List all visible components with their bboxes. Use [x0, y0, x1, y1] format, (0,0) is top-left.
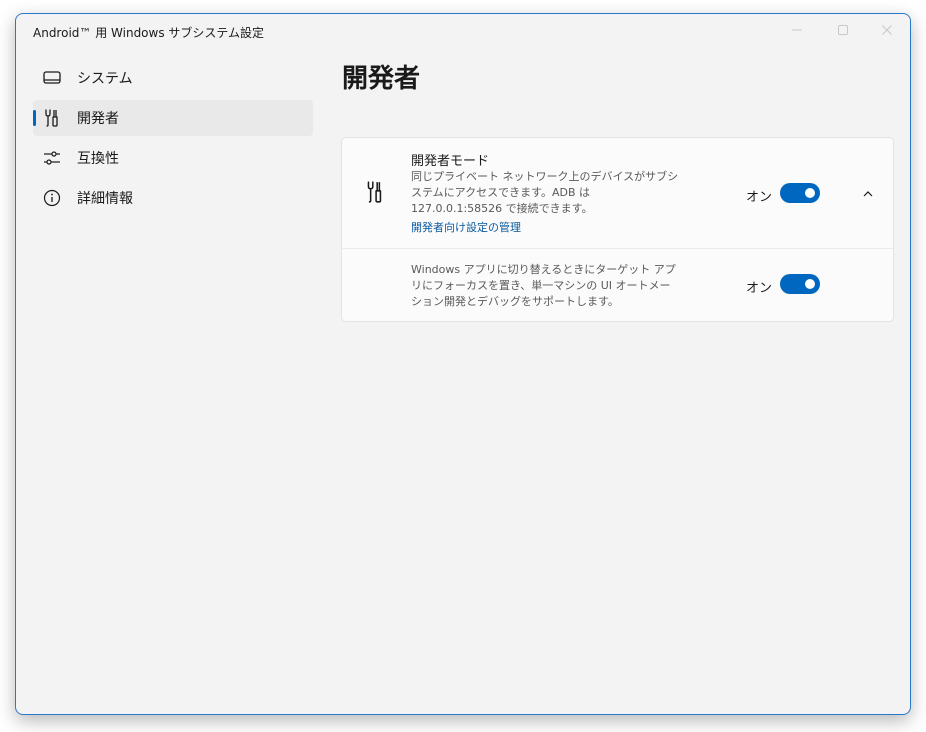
- sidebar-item-label: 詳細情報: [77, 191, 133, 207]
- expand-collapse-button[interactable]: [858, 184, 878, 204]
- toggle-knob: [805, 188, 815, 198]
- ui-automation-state-label: オン: [746, 281, 773, 296]
- title-bar: Android™ 用 Windows サブシステム設定: [16, 14, 910, 50]
- sidebar-nav: システム 開発者 互換性 詳細情報: [33, 60, 313, 220]
- sidebar-item-compatibility[interactable]: 互換性: [33, 140, 313, 176]
- info-icon: [42, 188, 62, 208]
- maximize-button[interactable]: [820, 14, 866, 46]
- maximize-icon: [838, 25, 848, 35]
- sliders-icon: [42, 148, 62, 168]
- sidebar-item-label: システム: [77, 71, 133, 87]
- developer-tools-icon: [367, 181, 382, 203]
- developer-mode-description: 同じプライベート ネットワーク上のデバイスがサブシステムにアクセスできます。AD…: [411, 170, 679, 215]
- minimize-button[interactable]: [774, 14, 820, 46]
- toggle-knob: [805, 279, 815, 289]
- developer-mode-card: 開発者モード 同じプライベート ネットワーク上のデバイスがサブシステムにアクセス…: [341, 137, 894, 322]
- manage-developer-settings-link[interactable]: 開発者向け設定の管理: [411, 219, 521, 235]
- sidebar-item-label: 互換性: [77, 151, 119, 167]
- chevron-up-icon: [863, 191, 873, 197]
- developer-mode-toggle[interactable]: [780, 183, 820, 203]
- selection-indicator: [33, 110, 36, 126]
- monitor-icon: [42, 68, 62, 88]
- window-title: Android™ 用 Windows サブシステム設定: [33, 26, 265, 40]
- sidebar-item-system[interactable]: システム: [33, 60, 313, 96]
- ui-automation-description: Windows アプリに切り替えるときにターゲット アプリにフォーカスを置き、単…: [411, 263, 676, 308]
- sidebar-item-developer[interactable]: 開発者: [33, 100, 313, 136]
- divider: [342, 248, 893, 249]
- minimize-icon: [792, 29, 802, 31]
- developer-tools-icon: [42, 108, 62, 128]
- settings-window: Android™ 用 Windows サブシステム設定 システム 開発者 互換性…: [15, 13, 911, 715]
- ui-automation-toggle[interactable]: [780, 274, 820, 294]
- close-icon: [882, 25, 892, 35]
- developer-mode-state-label: オン: [746, 190, 773, 205]
- page-title: 開発者: [342, 64, 421, 94]
- sidebar-item-label: 開発者: [77, 111, 119, 127]
- sidebar-item-about[interactable]: 詳細情報: [33, 180, 313, 216]
- close-button[interactable]: [864, 14, 910, 46]
- developer-mode-title: 開発者モード: [411, 154, 490, 169]
